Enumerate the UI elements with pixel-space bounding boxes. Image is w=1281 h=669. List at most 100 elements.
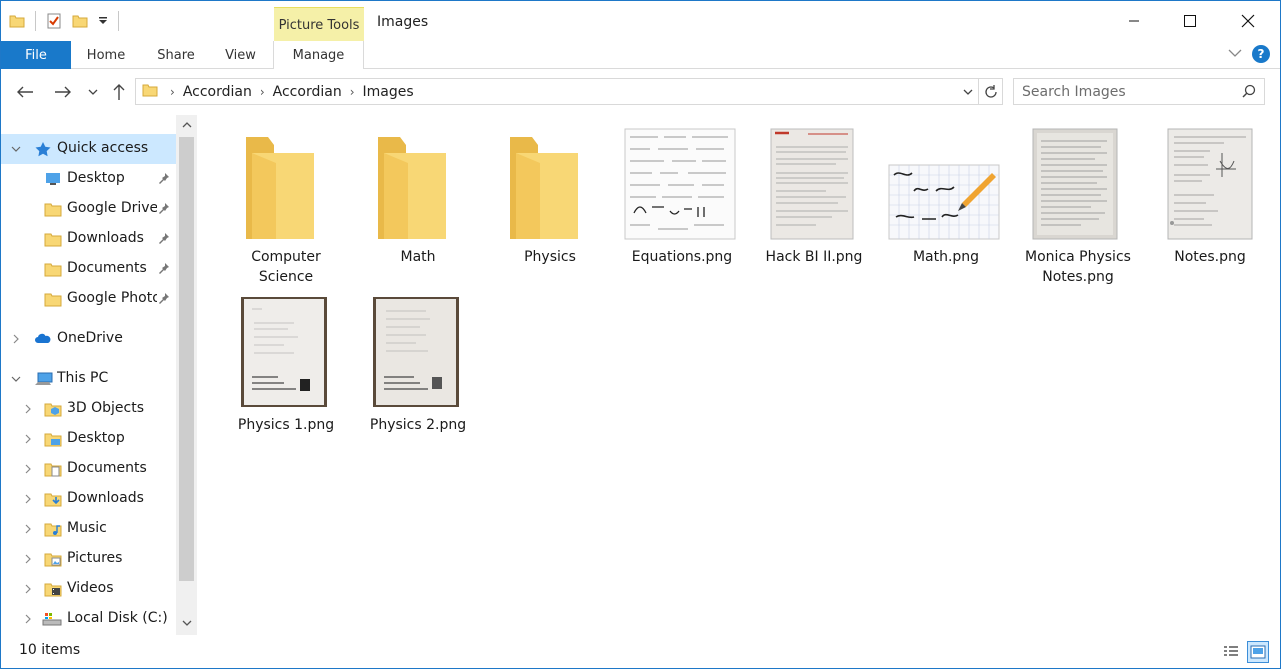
- tab-share[interactable]: Share: [146, 41, 206, 69]
- expand-chevron-icon[interactable]: [22, 403, 34, 415]
- image-file-item[interactable]: Monica Physics Notes.png: [1014, 125, 1142, 287]
- toolbar-separator: [35, 11, 36, 31]
- breadcrumb-item[interactable]: Images: [363, 84, 414, 100]
- sidebar-item-google-drive[interactable]: Google Drive: [1, 194, 176, 224]
- up-button[interactable]: [107, 80, 131, 104]
- new-folder-icon[interactable]: [72, 13, 88, 29]
- sidebar-item-label: Desktop: [67, 430, 125, 446]
- refresh-button[interactable]: [979, 78, 1003, 105]
- breadcrumb-item[interactable]: Accordian: [273, 84, 342, 100]
- back-button[interactable]: [13, 80, 37, 104]
- scroll-down-arrow[interactable]: [176, 613, 197, 633]
- forward-button[interactable]: [51, 80, 75, 104]
- scrollbar-thumb[interactable]: [179, 137, 194, 581]
- search-box[interactable]: [1013, 78, 1265, 105]
- large-icons-view-button[interactable]: [1247, 641, 1269, 663]
- sidebar-item-onedrive[interactable]: OneDrive: [1, 324, 176, 354]
- image-file-item[interactable]: Notes.png: [1146, 125, 1274, 267]
- maximize-button[interactable]: [1161, 1, 1219, 41]
- sidebar-item-quick-access[interactable]: Quick access: [1, 134, 176, 164]
- tab-file[interactable]: File: [1, 41, 71, 69]
- close-button[interactable]: [1219, 1, 1277, 41]
- tab-manage[interactable]: Manage: [273, 41, 364, 69]
- sidebar-item-pictures[interactable]: Pictures: [1, 544, 176, 574]
- folder-item[interactable]: Math: [354, 125, 482, 267]
- picture-tools-context-tab: Picture Tools: [274, 7, 364, 41]
- item-name: Physics 1.png: [237, 417, 335, 433]
- collapse-chevron-icon[interactable]: [10, 143, 22, 155]
- drive-icon: [42, 611, 62, 627]
- address-bar[interactable]: › Accordian › Accordian › Images: [135, 78, 979, 105]
- folder-icon: [354, 125, 482, 245]
- item-name: Computer Science: [251, 249, 321, 285]
- back-arrow-icon: [17, 86, 33, 98]
- item-name: Monica Physics Notes.png: [1025, 249, 1131, 285]
- tab-view[interactable]: View: [213, 41, 268, 69]
- sidebar-item-videos[interactable]: Videos: [1, 574, 176, 604]
- sidebar-item-downloads[interactable]: Downloads: [1, 484, 176, 514]
- folder-icon[interactable]: [9, 13, 25, 29]
- minimize-button[interactable]: [1105, 1, 1163, 41]
- image-file-item[interactable]: Math.png: [882, 125, 1010, 267]
- forward-arrow-icon: [55, 86, 71, 98]
- customize-toolbar-icon[interactable]: [98, 16, 108, 26]
- folder-item[interactable]: Physics: [486, 125, 614, 267]
- sidebar-item-3d-objects[interactable]: 3D Objects: [1, 394, 176, 424]
- sidebar-item-local-disk[interactable]: Local Disk (C:): [1, 604, 176, 634]
- expand-chevron-icon[interactable]: [22, 523, 34, 535]
- videos-folder-icon: [44, 581, 62, 597]
- image-thumbnail: [1146, 125, 1274, 245]
- sidebar-item-label: OneDrive: [57, 330, 123, 346]
- navigation-scrollbar[interactable]: [176, 115, 197, 635]
- folder-item[interactable]: Computer Science: [222, 125, 350, 287]
- recent-locations-button[interactable]: [83, 80, 103, 104]
- details-view-button[interactable]: [1220, 641, 1242, 663]
- sidebar-item-this-pc[interactable]: This PC: [1, 364, 176, 394]
- sidebar-item-downloads-pinned[interactable]: Downloads: [1, 224, 176, 254]
- up-arrow-icon: [113, 84, 125, 100]
- maximize-icon: [1184, 15, 1196, 27]
- sidebar-item-documents-pinned[interactable]: Documents: [1, 254, 176, 284]
- scroll-up-arrow[interactable]: [176, 115, 197, 135]
- details-view-icon: [1224, 646, 1238, 656]
- expand-chevron-icon[interactable]: [22, 493, 34, 505]
- expand-chevron-icon[interactable]: [10, 333, 22, 345]
- sidebar-item-label: Videos: [67, 580, 114, 596]
- sidebar-item-label: Music: [67, 520, 107, 536]
- sidebar-item-desktop-pinned[interactable]: Desktop: [1, 164, 176, 194]
- image-file-item[interactable]: Equations.png: [618, 125, 746, 267]
- image-file-item[interactable]: Hack BI II.png: [750, 125, 878, 267]
- address-dropdown-button[interactable]: [958, 79, 978, 104]
- breadcrumb-chevron-icon[interactable]: ›: [260, 85, 265, 99]
- pin-icon: [158, 292, 170, 308]
- properties-icon[interactable]: [46, 13, 62, 29]
- expand-chevron-icon[interactable]: [22, 433, 34, 445]
- breadcrumb-item[interactable]: Accordian: [183, 84, 252, 100]
- sidebar-item-documents[interactable]: Documents: [1, 454, 176, 484]
- breadcrumb-chevron-icon[interactable]: ›: [350, 85, 355, 99]
- expand-chevron-icon[interactable]: [22, 583, 34, 595]
- expand-chevron-icon[interactable]: [22, 553, 34, 565]
- expand-chevron-icon[interactable]: [22, 613, 34, 625]
- help-icon[interactable]: ?: [1252, 45, 1270, 63]
- image-file-item[interactable]: Physics 2.png: [354, 293, 482, 435]
- expand-chevron-icon[interactable]: [22, 463, 34, 475]
- folder-icon: [222, 125, 350, 245]
- sidebar-item-desktop[interactable]: Desktop: [1, 424, 176, 454]
- image-thumbnail: [750, 125, 878, 245]
- address-row: › Accordian › Accordian › Images: [1, 75, 1280, 109]
- search-input[interactable]: [1022, 83, 1237, 100]
- tab-home[interactable]: Home: [76, 41, 136, 69]
- item-name: Hack BI II.png: [765, 249, 863, 265]
- image-file-item[interactable]: Physics 1.png: [222, 293, 350, 435]
- sidebar-item-label: Google Photos: [67, 290, 157, 306]
- sidebar-item-google-photos[interactable]: Google Photos: [1, 284, 176, 314]
- sidebar-item-label: Downloads: [67, 230, 144, 246]
- collapse-chevron-icon[interactable]: [10, 373, 22, 385]
- sidebar-item-music[interactable]: Music: [1, 514, 176, 544]
- expand-ribbon-icon[interactable]: [1228, 46, 1242, 62]
- folder-icon: [142, 82, 158, 102]
- chevron-down-icon: [88, 89, 98, 95]
- breadcrumb-chevron-icon[interactable]: ›: [170, 85, 175, 99]
- toolbar-separator: [118, 11, 119, 31]
